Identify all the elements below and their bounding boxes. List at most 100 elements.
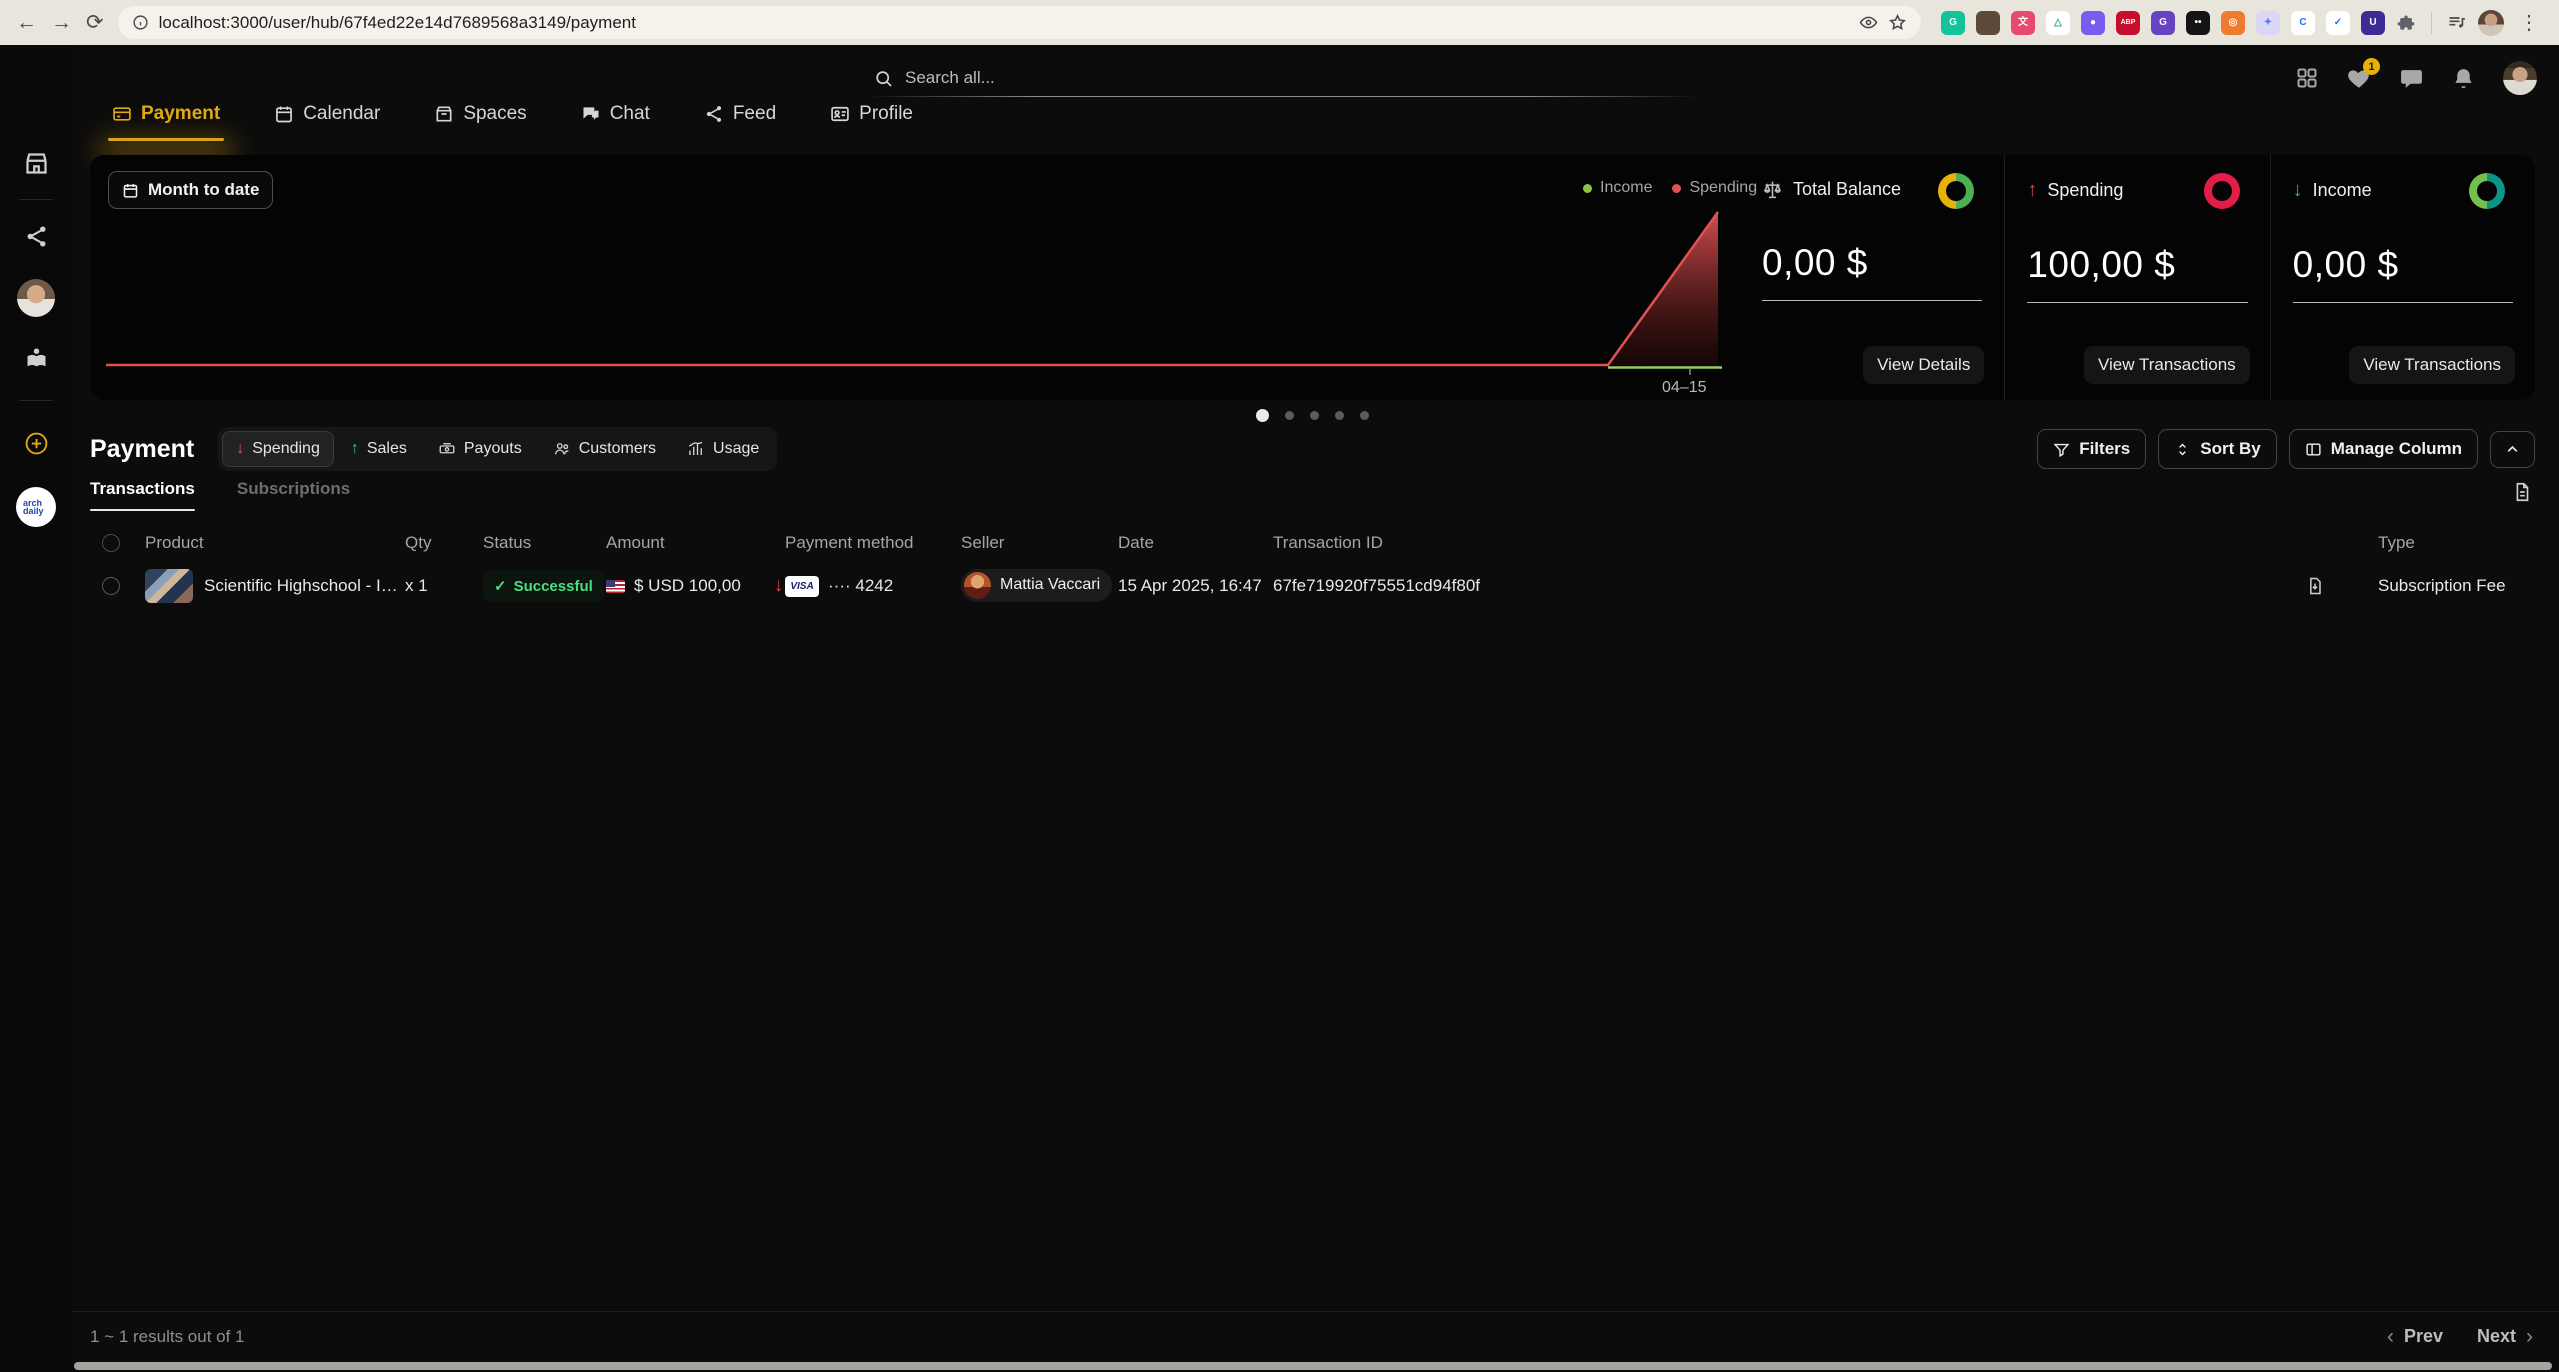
tab-payment[interactable]: Payment bbox=[112, 103, 220, 141]
prev-label: Prev bbox=[2404, 1326, 2443, 1347]
tab-spaces[interactable]: Spaces bbox=[434, 103, 526, 141]
next-page-button[interactable]: Next › bbox=[2477, 1325, 2533, 1349]
reading-list-icon[interactable] bbox=[2447, 13, 2467, 33]
reader-icon[interactable] bbox=[14, 336, 58, 380]
messages-icon[interactable] bbox=[2399, 66, 2424, 91]
tab-chat[interactable]: Chat bbox=[581, 103, 650, 141]
u-extension-icon[interactable]: U bbox=[2361, 11, 2385, 35]
nimbus-extension-icon[interactable]: △ bbox=[2046, 11, 2070, 35]
card-title: Spending bbox=[2047, 180, 2123, 201]
translate-extension-icon[interactable]: 文 bbox=[2011, 11, 2035, 35]
product-name: Scientific Highschool - II BIEN... bbox=[204, 576, 399, 596]
invoice-file-icon[interactable] bbox=[2305, 576, 2325, 596]
legend-item-income: Income bbox=[1583, 179, 1652, 197]
tab-calendar[interactable]: Calendar bbox=[274, 103, 380, 141]
forward-button[interactable]: → bbox=[51, 12, 72, 33]
g-purple-extension-icon[interactable]: G bbox=[2151, 11, 2175, 35]
pagination: ‹ Prev Next › bbox=[2387, 1325, 2533, 1349]
check-icon: ✓ bbox=[494, 577, 507, 595]
sidebar-divider bbox=[19, 400, 53, 401]
next-label: Next bbox=[2477, 1326, 2516, 1347]
carousel-dot[interactable] bbox=[1360, 411, 1369, 420]
status-badge: ✓ Successful bbox=[483, 570, 604, 602]
collapse-panel-button[interactable] bbox=[2490, 431, 2535, 468]
carousel-dot[interactable] bbox=[1335, 411, 1344, 420]
sidebar-divider bbox=[19, 199, 53, 200]
bookmark-star-icon[interactable] bbox=[1888, 13, 1907, 32]
back-button[interactable]: ← bbox=[16, 12, 37, 33]
select-all-checkbox[interactable] bbox=[102, 534, 120, 552]
tab-transactions[interactable]: Transactions bbox=[90, 479, 195, 511]
invoice-cell bbox=[2305, 576, 2378, 596]
plant-extension-icon[interactable] bbox=[1976, 11, 2000, 35]
user-avatar[interactable] bbox=[2503, 61, 2537, 95]
table-row[interactable]: Scientific Highschool - II BIEN... x 1 ✓… bbox=[90, 561, 2535, 611]
carousel-dot[interactable] bbox=[1285, 411, 1294, 420]
chip-customers[interactable]: Customers bbox=[539, 431, 670, 467]
view-details-button[interactable]: View Details bbox=[1863, 346, 1984, 384]
income-donut-icon bbox=[2469, 173, 2505, 209]
view-transactions-button[interactable]: View Transactions bbox=[2349, 346, 2515, 384]
seller-name: Mattia Vaccari bbox=[1000, 576, 1100, 594]
notifications-bell-icon[interactable] bbox=[2451, 66, 2476, 91]
orange-extension-icon[interactable]: ◎ bbox=[2221, 11, 2245, 35]
avatar bbox=[17, 279, 55, 317]
share-icon[interactable] bbox=[14, 214, 58, 258]
sort-by-button[interactable]: Sort By bbox=[2158, 429, 2276, 469]
global-search[interactable] bbox=[868, 59, 1698, 97]
table-tabs: Transactions Subscriptions bbox=[90, 479, 350, 511]
export-file-icon[interactable] bbox=[2511, 481, 2533, 503]
reload-button[interactable]: ⟳ bbox=[86, 12, 104, 33]
credit-card-icon bbox=[112, 104, 132, 124]
type-cell: Subscription Fee bbox=[2378, 576, 2535, 596]
col-amount: Amount bbox=[606, 533, 785, 553]
address-bar[interactable]: localhost:3000/user/hub/67f4ed22e14d7689… bbox=[118, 6, 1921, 39]
storefront-icon[interactable] bbox=[14, 141, 58, 185]
tab-feed[interactable]: Feed bbox=[704, 103, 776, 141]
archdaily-logo[interactable]: arch daily bbox=[14, 485, 58, 529]
check-extension-icon[interactable]: ✓ bbox=[2326, 11, 2350, 35]
prev-page-button[interactable]: ‹ Prev bbox=[2387, 1325, 2443, 1349]
view-transactions-button[interactable]: View Transactions bbox=[2084, 346, 2250, 384]
scrollbar-thumb[interactable] bbox=[74, 1362, 2552, 1370]
balance-scale-icon bbox=[1762, 179, 1783, 200]
bluebird-extension-icon[interactable]: ✦ bbox=[2256, 11, 2280, 35]
blackbox-extension-icon[interactable]: •• bbox=[2186, 11, 2210, 35]
chip-usage[interactable]: Usage bbox=[673, 431, 773, 467]
tab-subscriptions[interactable]: Subscriptions bbox=[237, 479, 350, 511]
sidebar-user-avatar[interactable] bbox=[14, 276, 58, 320]
extensions-puzzle-icon[interactable] bbox=[2396, 13, 2416, 33]
extension-glyph: ● bbox=[2090, 18, 2096, 28]
c-extension-icon[interactable]: C bbox=[2291, 11, 2315, 35]
tab-profile[interactable]: Profile bbox=[830, 103, 913, 141]
search-input[interactable] bbox=[905, 68, 1692, 88]
date-range-label: Month to date bbox=[148, 180, 259, 200]
purple-ball-extension-icon[interactable]: ● bbox=[2081, 11, 2105, 35]
grammarly-extension-icon[interactable]: G bbox=[1941, 11, 1965, 35]
site-info-icon[interactable] bbox=[132, 14, 149, 31]
add-icon[interactable] bbox=[14, 421, 58, 465]
date-range-button[interactable]: Month to date bbox=[108, 171, 273, 209]
carousel-dot[interactable] bbox=[1256, 409, 1269, 422]
chip-payouts[interactable]: Payouts bbox=[424, 431, 536, 467]
carousel-dot[interactable] bbox=[1310, 411, 1319, 420]
col-seller: Seller bbox=[961, 533, 1118, 553]
filters-button[interactable]: Filters bbox=[2037, 429, 2146, 469]
browser-menu-icon[interactable]: ⋮ bbox=[2515, 10, 2543, 35]
manage-column-button[interactable]: Manage Column bbox=[2289, 429, 2478, 469]
sort-icon bbox=[2174, 441, 2191, 458]
browser-profile-avatar[interactable] bbox=[2478, 10, 2504, 36]
extension-glyph: G bbox=[2159, 18, 2167, 28]
apps-grid-icon[interactable] bbox=[2295, 66, 2319, 90]
chip-spending[interactable]: ↓ Spending bbox=[222, 431, 334, 467]
button-label: Sort By bbox=[2200, 439, 2260, 459]
favorites-heart-icon[interactable]: 1 bbox=[2346, 65, 2372, 91]
reading-mode-eye-icon[interactable] bbox=[1859, 13, 1878, 32]
tab-label: Profile bbox=[859, 103, 913, 125]
adblock-plus-extension-icon[interactable]: ABP bbox=[2116, 11, 2140, 35]
seller-pill[interactable]: Mattia Vaccari bbox=[961, 569, 1112, 602]
carousel-dots bbox=[90, 409, 2535, 422]
chip-sales[interactable]: ↑ Sales bbox=[337, 431, 421, 467]
columns-icon bbox=[2305, 441, 2322, 458]
row-checkbox[interactable] bbox=[102, 577, 120, 595]
